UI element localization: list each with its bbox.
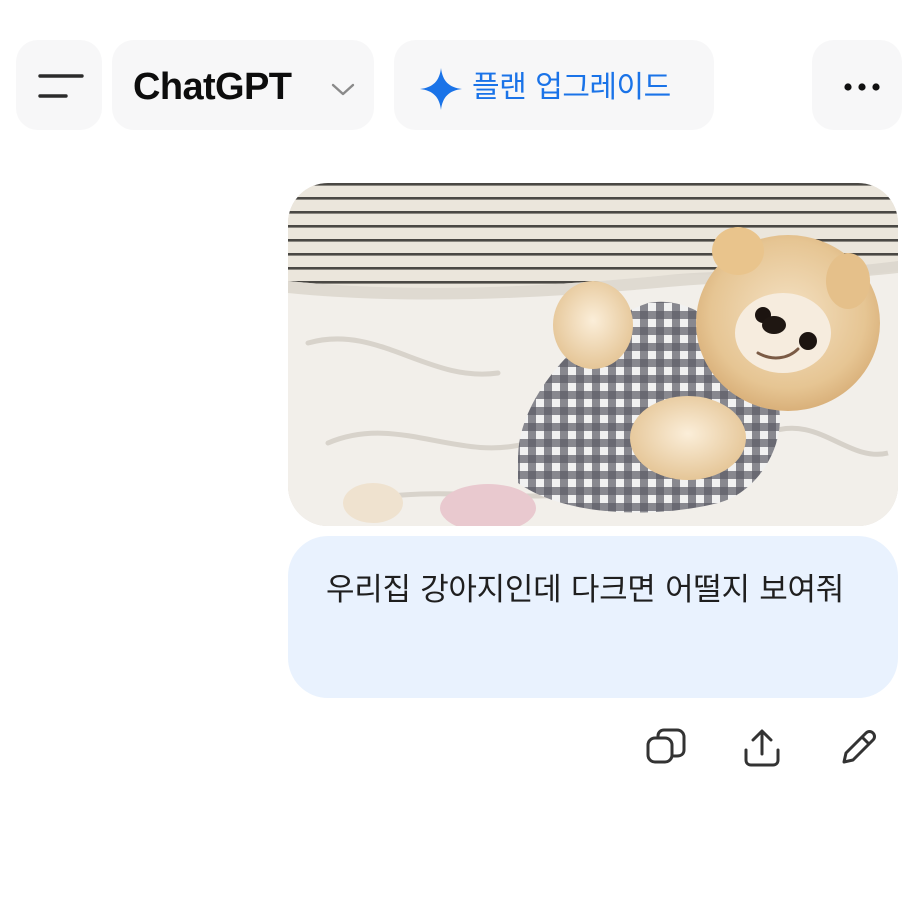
share-icon[interactable] [740, 726, 784, 770]
app-title: ChatGPT [133, 66, 292, 108]
menu-icon[interactable] [38, 71, 84, 101]
user-message-text: 우리집 강아지인데 다크면 어떨지 보여줘 [326, 572, 844, 608]
sparkle-icon [420, 68, 462, 110]
chevron-down-icon [331, 83, 355, 96]
user-message-bubble: 우리집 강아지인데 다크면 어떨지 보여줘 [288, 536, 898, 698]
user-photo-dog[interactable] [288, 183, 898, 526]
copy-icon[interactable] [644, 726, 688, 770]
more-options-icon[interactable] [840, 80, 884, 94]
upgrade-plan-label: 플랜 업그레이드 [472, 70, 671, 105]
edit-icon[interactable] [836, 726, 880, 770]
